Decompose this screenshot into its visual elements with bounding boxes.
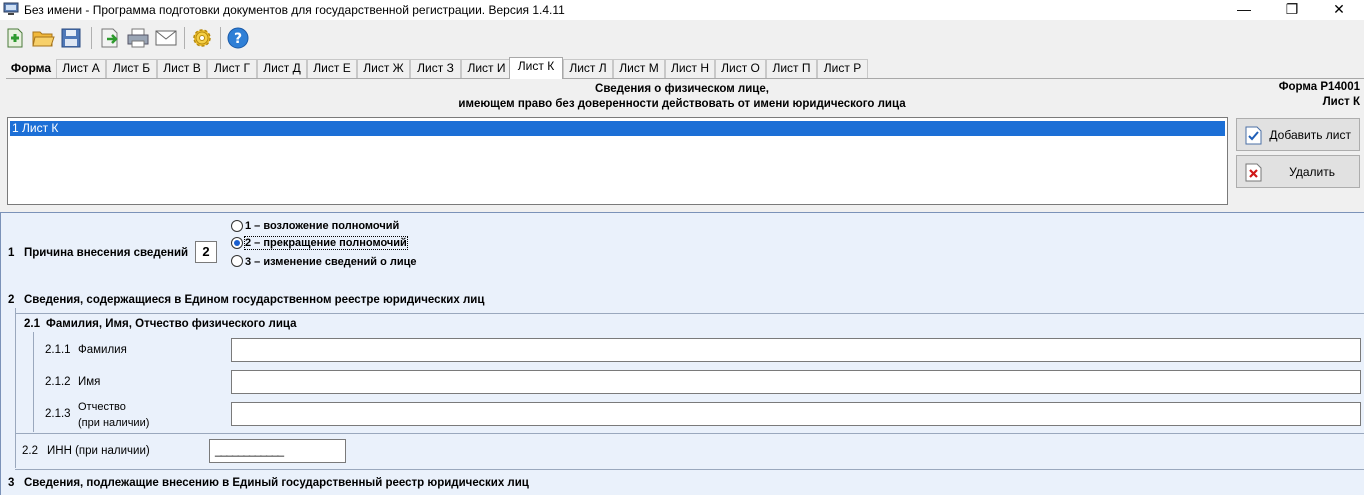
tab-list-r[interactable]: Лист Р [817, 59, 868, 78]
title-bar: Без имени - Программа подготовки докумен… [0, 0, 1364, 20]
firstname-field[interactable] [231, 370, 1361, 394]
tab-list-d[interactable]: Лист Д [257, 59, 307, 78]
print-icon [127, 28, 149, 48]
firstname-label: Имя [78, 376, 101, 388]
delete-sheet-button[interactable]: Удалить [1236, 155, 1360, 188]
window-title: Без имени - Программа подготовки докумен… [24, 3, 565, 17]
tab-list-zh[interactable]: Лист Ж [357, 59, 410, 78]
sheet-code: Лист К [1322, 96, 1360, 108]
add-sheet-icon [1245, 126, 1262, 145]
open-button[interactable] [29, 24, 57, 52]
sheet-heading-line2: имеющем право без доверенности действова… [458, 98, 906, 110]
toolbar-separator [184, 27, 185, 49]
form-code: Форма Р14001 [1278, 81, 1360, 93]
tab-list-n[interactable]: Лист Н [665, 59, 715, 78]
tab-list-l[interactable]: Лист Л [563, 59, 613, 78]
tree-line [33, 332, 34, 432]
settings-button[interactable] [188, 24, 216, 52]
section-divider [15, 469, 1364, 470]
reason-option-3-radio[interactable] [231, 255, 243, 267]
close-button[interactable]: ✕ [1316, 0, 1362, 20]
toolbar: ? [0, 21, 1364, 57]
tab-list-z[interactable]: Лист З [410, 59, 461, 78]
section2-number: 2 [8, 294, 15, 306]
new-document-button[interactable] [1, 24, 29, 52]
delete-sheet-icon [1245, 163, 1262, 182]
section3-label: Сведения, подлежащие внесению в Единый г… [24, 477, 529, 489]
section2-label: Сведения, содержащиеся в Едином государс… [24, 294, 485, 306]
tab-list-o[interactable]: Лист О [715, 59, 766, 78]
patronymic-number: 2.1.3 [45, 408, 71, 420]
section1-label: Причина внесения сведений [24, 247, 189, 259]
reason-code-field[interactable]: 2 [195, 241, 217, 263]
toolbar-separator [220, 27, 221, 49]
inn-mask: ____________ [215, 443, 284, 457]
tab-list-a[interactable]: Лист А [56, 59, 106, 78]
help-icon: ? [227, 27, 249, 49]
lastname-number: 2.1.1 [45, 344, 71, 356]
tab-list-e[interactable]: Лист Е [307, 59, 357, 78]
lastname-field[interactable] [231, 338, 1361, 362]
svg-text:?: ? [234, 31, 242, 47]
add-sheet-button[interactable]: Добавить лист [1236, 118, 1360, 151]
toolbar-separator [91, 27, 92, 49]
section3-number: 3 [8, 477, 15, 489]
tab-list-k[interactable]: Лист К [509, 57, 563, 79]
section1-number: 1 [8, 247, 15, 259]
print-button[interactable] [124, 24, 152, 52]
mail-button[interactable] [152, 24, 180, 52]
open-folder-icon [32, 31, 55, 47]
tab-list-v[interactable]: Лист В [157, 59, 207, 78]
reason-option-3-label[interactable]: 3 – изменение сведений о лице [245, 256, 416, 268]
patronymic-field[interactable] [231, 402, 1361, 426]
minimize-button[interactable]: — [1221, 0, 1267, 20]
inn-label: ИНН (при наличии) [47, 445, 150, 457]
section21-label: Фамилия, Имя, Отчество физического лица [46, 318, 297, 330]
section22-number: 2.2 [22, 445, 38, 457]
save-disk-icon [61, 28, 81, 48]
tree-line [15, 433, 1364, 434]
sheet-heading-line1: Сведения о физическом лице, [595, 83, 769, 95]
tab-list-i[interactable]: Лист И [461, 59, 512, 78]
app-icon [3, 2, 19, 15]
mail-icon [155, 30, 177, 46]
tab-list-b[interactable]: Лист Б [106, 59, 157, 78]
save-button[interactable] [57, 24, 85, 52]
export-button[interactable] [96, 24, 124, 52]
section21-number: 2.1 [24, 318, 40, 330]
tree-line [15, 308, 16, 468]
sheets-listbox[interactable]: 1 Лист К [7, 117, 1228, 205]
help-button[interactable]: ? [224, 24, 252, 52]
settings-gear-icon [193, 29, 211, 47]
export-icon [101, 28, 118, 48]
reason-option-1-radio[interactable] [231, 220, 243, 232]
delete-sheet-label: Удалить [1289, 165, 1335, 179]
patronymic-note: (при наличии) [78, 417, 150, 429]
list-item[interactable]: 1 Лист К [10, 121, 1225, 136]
tab-list-m[interactable]: Лист М [613, 59, 665, 78]
add-sheet-label: Добавить лист [1269, 128, 1351, 142]
tab-list-p[interactable]: Лист П [766, 59, 817, 78]
maximize-button[interactable]: ❐ [1269, 0, 1315, 20]
reason-option-2-label[interactable]: 2 – прекращение полномочий [244, 236, 408, 250]
new-document-icon [7, 28, 23, 48]
reason-option-1-label[interactable]: 1 – возложение полномочий [245, 220, 399, 232]
tree-line [15, 313, 1364, 314]
inn-field[interactable]: ____________ [209, 439, 346, 463]
reason-option-2-radio[interactable] [231, 237, 243, 249]
firstname-number: 2.1.2 [45, 376, 71, 388]
patronymic-label: Отчество [78, 401, 126, 413]
lastname-label: Фамилия [78, 344, 127, 356]
tab-form[interactable]: Форма [6, 59, 56, 78]
tab-list-g[interactable]: Лист Г [207, 59, 257, 78]
tab-underline [6, 78, 1364, 79]
